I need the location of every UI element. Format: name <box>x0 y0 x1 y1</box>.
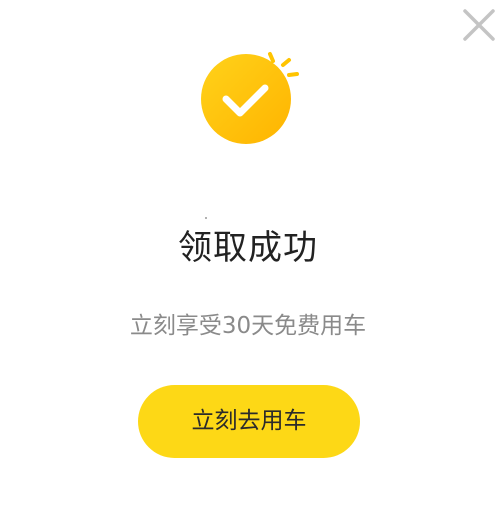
dialog-title: 领取成功 <box>178 228 318 268</box>
decorative-dot <box>205 217 207 219</box>
close-button[interactable] <box>462 8 496 42</box>
use-car-now-button[interactable]: 立刻去用车 <box>138 385 360 458</box>
close-icon <box>463 9 495 41</box>
dialog-subtitle: 立刻享受30天免费用车 <box>129 313 367 339</box>
check-circle-icon <box>199 49 303 145</box>
success-dialog: 领取成功 立刻享受30天免费用车 立刻去用车 <box>0 0 496 512</box>
